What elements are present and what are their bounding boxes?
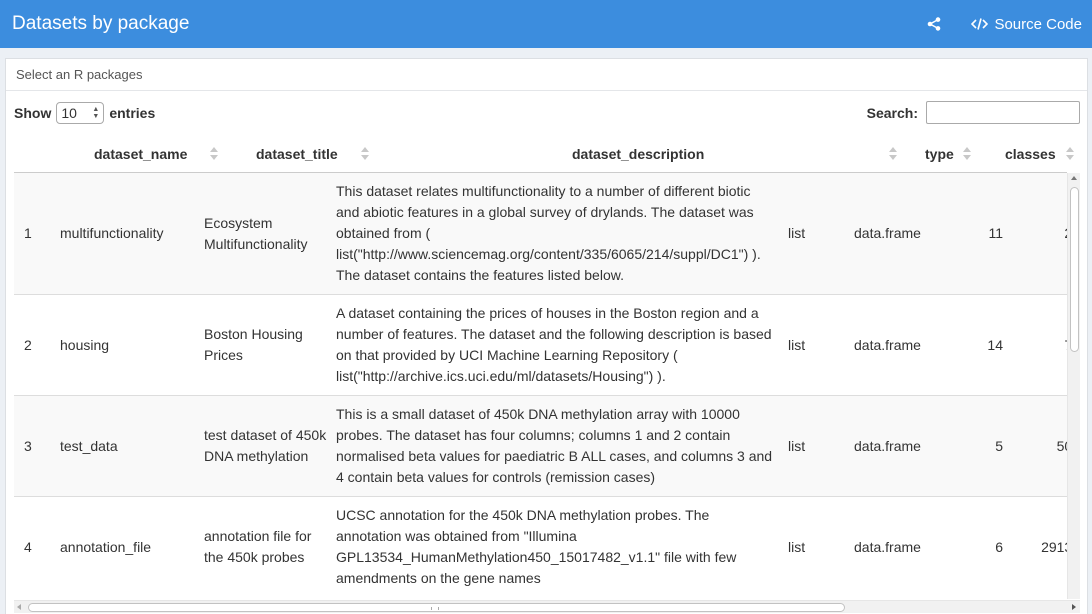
code-icon — [971, 18, 989, 30]
cell-dataset-name: multifunctionality — [60, 225, 164, 241]
cell-dataset-title: annotation file for the 450k probes — [204, 528, 312, 565]
length-control: Show 10 ▲ ▼ entries — [14, 102, 155, 124]
table-row[interactable]: 1 multifunctionality Ecosystem Multifunc… — [14, 173, 1067, 295]
dataset-panel: Select an R packages Show 10 ▲ ▼ entries … — [5, 58, 1088, 614]
col-header-blank[interactable] — [784, 135, 884, 173]
cell-dataset-title: test dataset of 450k DNA methylation — [204, 427, 327, 464]
cell-dataset-description: A dataset containing the prices of house… — [336, 305, 772, 384]
grip-icon — [431, 607, 439, 610]
vertical-scroll-thumb[interactable] — [1070, 187, 1079, 352]
table-row[interactable]: 4 annotation_file annotation file for th… — [14, 497, 1067, 597]
source-code-label: Source Code — [994, 15, 1082, 33]
col-header-type[interactable]: type — [925, 135, 965, 173]
table-header: dataset_name dataset_title dataset_descr… — [14, 135, 1074, 173]
cell-classes: data.frame — [854, 225, 921, 241]
cell-nrow: 29130 — [1041, 538, 1067, 555]
scroll-left-icon[interactable] — [17, 604, 21, 610]
sort-icon[interactable] — [1066, 147, 1074, 161]
entries-select[interactable]: 10 ▲ ▼ — [56, 102, 105, 124]
sort-icon[interactable] — [963, 147, 971, 161]
table-row[interactable]: 3 test_data test dataset of 450k DNA met… — [14, 396, 1067, 497]
source-code-link[interactable]: Source Code — [971, 16, 1082, 33]
search-label: Search: — [866, 104, 918, 121]
search-input[interactable] — [926, 101, 1080, 124]
sort-icon[interactable] — [361, 147, 369, 161]
cell-dataset-name: housing — [60, 336, 110, 353]
cell-dataset-title: Ecosystem Multifunctionality — [204, 214, 308, 252]
cell-dataset-description: UCSC annotation for the 450k DNA methyla… — [336, 507, 737, 586]
spinner-arrows-icon: ▲ ▼ — [92, 106, 100, 120]
table-row[interactable]: 2 housing Boston Housing Prices A datase… — [14, 295, 1067, 396]
horizontal-scroll-thumb[interactable] — [28, 603, 845, 612]
vertical-scrollbar[interactable] — [1067, 173, 1080, 599]
col-header-classes[interactable]: classes — [1005, 135, 1061, 173]
cell-type: list — [788, 225, 806, 241]
table-controls: Show 10 ▲ ▼ entries Search: — [14, 101, 1080, 127]
search-control: Search: — [867, 101, 1080, 124]
cell-index: 2 — [24, 336, 32, 353]
page-title: Datasets by package — [12, 13, 190, 34]
share-button[interactable] — [923, 13, 945, 35]
cell-ncol: 5 — [995, 437, 1003, 454]
cell-ncol: 6 — [995, 538, 1003, 555]
col-header-dataset-title[interactable]: dataset_title — [256, 135, 356, 173]
cell-index: 3 — [24, 437, 32, 454]
cell-ncol: 14 — [987, 336, 1003, 353]
package-selector-label: Select an R packages — [16, 67, 143, 82]
cell-nrow: 500 — [1056, 437, 1067, 454]
cell-index: 4 — [24, 538, 32, 555]
cell-dataset-name: annotation_file — [60, 538, 152, 555]
sort-icon[interactable] — [210, 147, 218, 161]
cell-dataset-description: This dataset relates multifunctionality … — [336, 183, 761, 283]
package-selector[interactable]: Select an R packages — [6, 59, 1087, 91]
cell-classes: data.frame — [854, 538, 921, 555]
entries-label: entries — [109, 105, 156, 121]
cell-dataset-name: test_data — [60, 437, 118, 454]
cell-dataset-title: Boston Housing Prices — [204, 326, 303, 363]
table-body: 1 multifunctionality Ecosystem Multifunc… — [14, 173, 1067, 597]
col-header-index[interactable] — [24, 135, 54, 173]
cell-type: list — [788, 336, 806, 353]
cell-index: 1 — [24, 225, 32, 241]
entries-select-value: 10 — [61, 105, 77, 121]
cell-ncol: 11 — [988, 225, 1003, 241]
show-label: Show — [14, 105, 52, 121]
sort-icon[interactable] — [889, 147, 897, 161]
horizontal-scrollbar[interactable] — [14, 600, 1080, 613]
cell-nrow: 24 — [1014, 173, 1067, 294]
cell-classes: data.frame — [854, 336, 921, 353]
cell-nrow: 70 — [1014, 295, 1067, 395]
scroll-up-icon[interactable] — [1071, 176, 1077, 180]
cell-type: list — [788, 437, 806, 454]
top-navbar: Datasets by package Source Code — [0, 0, 1092, 48]
cell-type: list — [788, 538, 806, 555]
scroll-right-icon[interactable] — [1072, 604, 1076, 610]
cell-classes: data.frame — [854, 437, 921, 454]
share-icon — [928, 17, 941, 31]
cell-dataset-description: This is a small dataset of 450k DNA meth… — [336, 406, 773, 485]
col-header-dataset-name[interactable]: dataset_name — [94, 135, 204, 173]
col-header-dataset-description[interactable]: dataset_description — [572, 135, 722, 173]
